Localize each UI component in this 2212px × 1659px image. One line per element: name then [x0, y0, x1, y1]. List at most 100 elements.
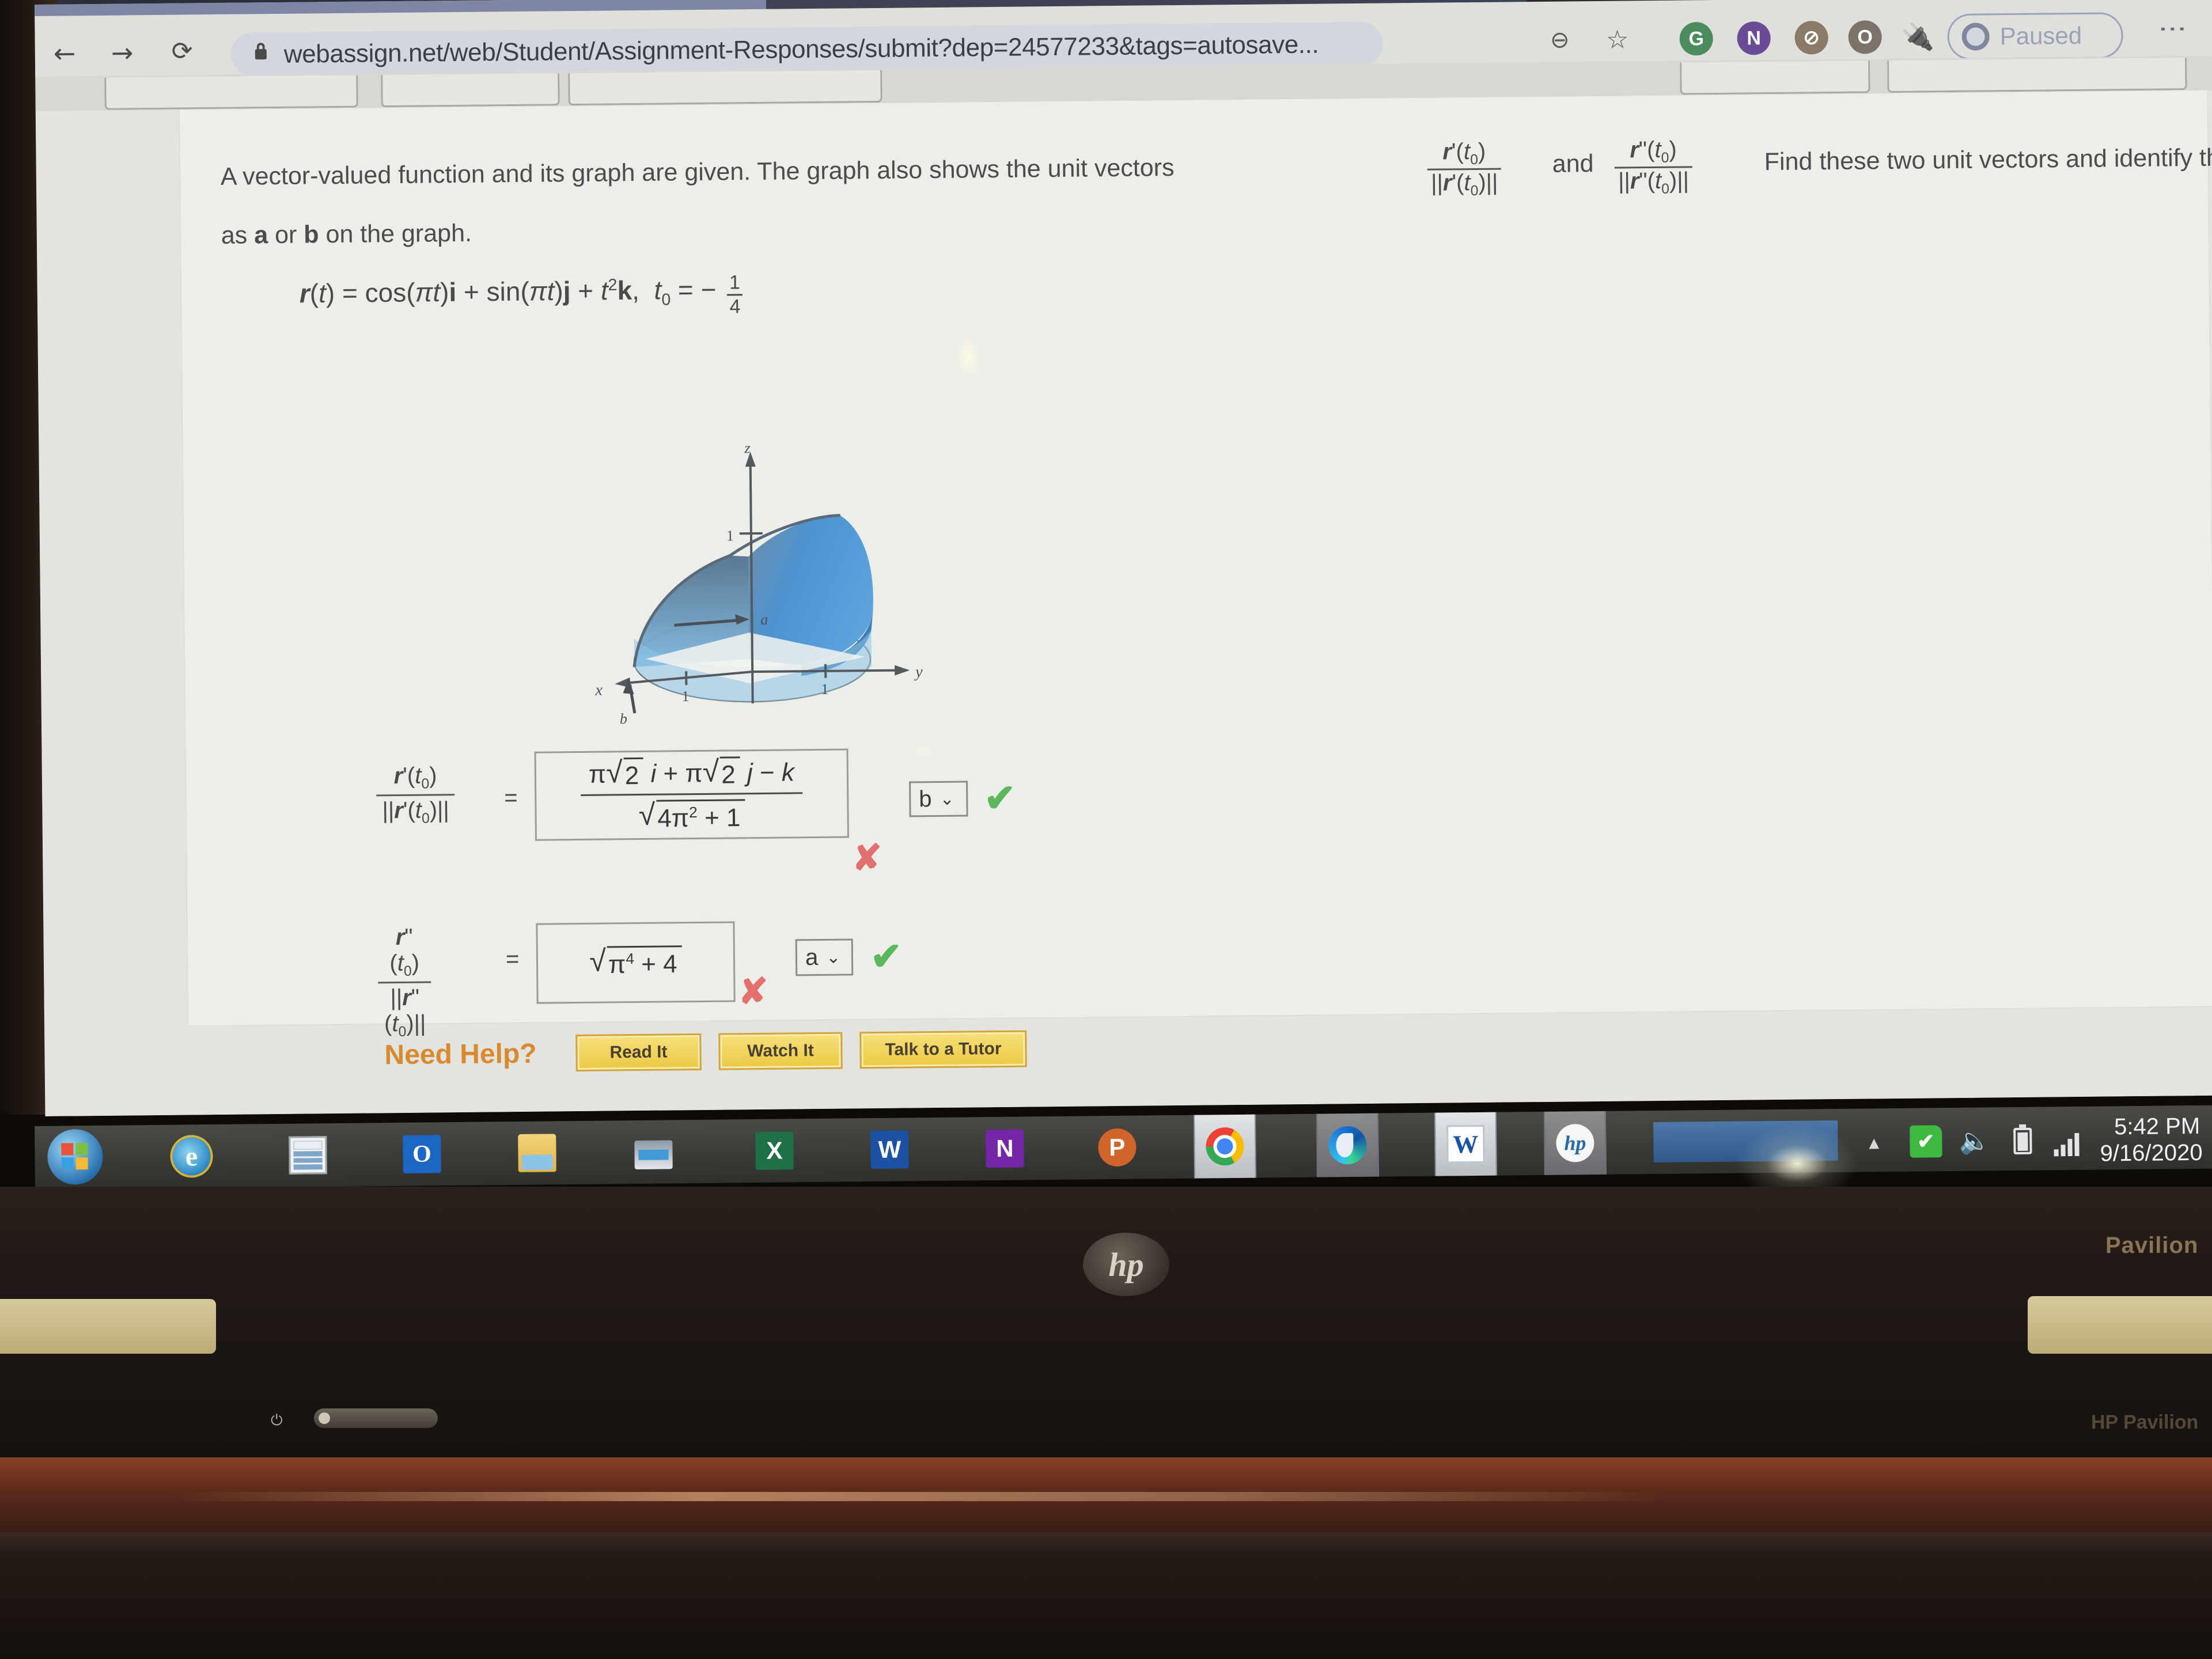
clock-date[interactable]: 9/16/2020	[2100, 1140, 2202, 1167]
t0-numerator: 1	[729, 271, 741, 294]
talk-to-a-tutor-button[interactable]: Talk to a Tutor	[859, 1030, 1027, 1069]
answer-radicand-2: π4 + 4	[607, 945, 682, 980]
svg-text:b: b	[620, 710, 627, 725]
opera-extension-icon[interactable]: O	[1848, 20, 1882, 54]
answer-numerator-1: π √ 2 i + π √ 2 j − k	[588, 755, 795, 790]
browser-menu-icon[interactable]: ⋮	[2157, 15, 2188, 43]
laptop-photo: ← → ⟳ webassign.net/web/Student/Assignme…	[0, 0, 2212, 1659]
zoom-out-icon[interactable]: ⊖	[1544, 24, 1575, 56]
taskbar-item-file-explorer[interactable]	[506, 1121, 569, 1185]
svg-text:a: a	[760, 611, 768, 628]
taskbar-item-edge[interactable]	[1316, 1113, 1379, 1177]
laptop-screen: ← → ⟳ webassign.net/web/Student/Assignme…	[35, 0, 2212, 1116]
taskbar-item-chrome[interactable]	[1193, 1114, 1256, 1179]
url-text: webassign.net/web/Student/Assignment-Res…	[283, 30, 1319, 69]
page-tab-4[interactable]	[1680, 60, 1870, 95]
taskbar-item-powerpoint[interactable]: P	[1086, 1115, 1149, 1179]
back-icon[interactable]: ←	[54, 37, 76, 69]
hp-logo-icon: hp	[1556, 1124, 1594, 1162]
adblock-extension-icon[interactable]: ⊘	[1794, 21, 1828, 55]
scanner-icon	[634, 1139, 673, 1169]
start-button[interactable]	[47, 1128, 103, 1185]
hinge-highlight	[173, 1492, 1671, 1501]
battery-icon[interactable]	[2008, 1124, 2040, 1157]
word-document-icon: W	[1446, 1124, 1485, 1164]
answer-expression-2: √ π4 + 4	[589, 945, 682, 980]
page-tab-5[interactable]	[1887, 58, 2187, 93]
vector-identity-select-1[interactable]: b ⌄	[909, 781, 968, 817]
hp-pavilion-small-label: HP Pavilion	[2091, 1411, 2199, 1433]
taskbar-item-calculator[interactable]	[276, 1123, 339, 1187]
svg-text:z: z	[744, 440, 750, 456]
vector-identity-select-2[interactable]: a ⌄	[795, 938, 854, 976]
t0-denominator: 4	[727, 294, 743, 319]
question-prompt-and: and	[1552, 150, 1594, 178]
calculator-icon	[289, 1136, 327, 1175]
edge-icon	[1328, 1126, 1367, 1165]
page-tab-3[interactable]	[568, 70, 882, 106]
page-tab-2[interactable]	[381, 73, 560, 108]
right-palm-rest-sticker	[2028, 1296, 2212, 1354]
chevron-down-icon-1: ⌄	[940, 789, 955, 809]
page-tab-1[interactable]	[104, 75, 358, 110]
hp-brand-logo: hp	[1083, 1233, 1169, 1296]
incorrect-x-icon-2: ✘	[738, 971, 768, 1012]
taskbar-item-outlook[interactable]: O	[391, 1122, 453, 1186]
network-signal-icon[interactable]	[2054, 1124, 2086, 1157]
reload-icon[interactable]: ⟳	[172, 36, 193, 66]
answer-label-second-derivative: r"(t0) ||r"(t0)||	[377, 924, 432, 1041]
windows-logo-icon	[61, 1143, 89, 1171]
sync-paused-label: Paused	[1999, 21, 2082, 50]
read-it-button[interactable]: Read It	[575, 1033, 702, 1072]
equals-sign-1: =	[504, 785, 518, 811]
action-center-icon[interactable]: ✔	[1910, 1125, 1942, 1158]
bookmark-star-icon[interactable]: ☆	[1601, 24, 1633, 55]
svg-text:x: x	[594, 681, 603, 699]
taskbar-item-word-document[interactable]: W	[1434, 1112, 1497, 1176]
need-help-label: Need Help?	[384, 1038, 537, 1071]
clock-time[interactable]: 5:42 PM	[2114, 1113, 2200, 1140]
vector-function-graph: z 1 y 1 x 1 a b	[574, 440, 934, 727]
svg-text:y: y	[914, 663, 923, 681]
excel-icon: X	[755, 1131, 794, 1170]
svg-text:1: 1	[726, 527, 734, 544]
laptop-keyboard: f1? f2✵ f3✸ f4❐ f5⊕ f6◀◀ f7▶❚❚ f8▶▶❚ f9🔈…	[0, 1532, 2212, 1659]
onenote-clipper-extension-icon[interactable]: N	[1737, 21, 1771, 55]
svg-text:1: 1	[681, 688, 689, 704]
extensions-puzzle-icon[interactable]: 🔌	[1901, 21, 1934, 53]
question-prompt-part2: Find these two unit vectors and identify…	[1764, 143, 2212, 176]
svg-text:1: 1	[821, 681, 828, 698]
internet-explorer-icon: e	[172, 1137, 211, 1176]
lock-icon	[255, 43, 267, 66]
taskbar-item-onenote[interactable]: N	[974, 1116, 1036, 1180]
taskbar-item-hp-support[interactable]: hp	[1543, 1111, 1607, 1175]
question-prompt-line2: as a or b on the graph.	[221, 219, 472, 249]
left-palm-rest-sticker	[0, 1299, 216, 1354]
watch-it-button[interactable]: Watch It	[718, 1032, 843, 1070]
correct-check-icon-2: ✔	[870, 934, 903, 978]
show-hidden-icons-icon[interactable]: ▲	[1865, 1134, 1883, 1153]
windows-taskbar: e O X W N P W hp ▲ ✔ 🔈 5:42 PM 9/16/2020	[35, 1105, 2212, 1190]
volume-icon[interactable]: 🔈	[1959, 1124, 1991, 1157]
power-icon[interactable]: ⏻	[271, 1411, 286, 1429]
taskbar-item-word[interactable]: W	[858, 1118, 921, 1181]
question-panel: A vector-valued function and its graph a…	[179, 90, 2212, 1072]
taskbar-item-excel[interactable]: X	[743, 1119, 806, 1183]
onenote-icon: N	[986, 1129, 1024, 1168]
grammarly-extension-icon[interactable]: G	[1679, 22, 1713, 56]
outlook-icon: O	[403, 1135, 441, 1173]
answer-input-second-derivative[interactable]: √ π4 + 4	[536, 921, 736, 1004]
taskbar-item-scanner[interactable]	[622, 1120, 685, 1184]
prompt-fraction-first-derivative: r'(t0) ||r'(t0)||	[1427, 139, 1502, 200]
power-button[interactable]	[314, 1408, 438, 1428]
question-prompt-part1: A vector-valued function and its graph a…	[220, 154, 1175, 191]
select-1-value: b	[919, 786, 932, 812]
answer-input-first-derivative[interactable]: π √ 2 i + π √ 2 j − k √ 4π2 + 1	[534, 748, 849, 841]
vector-function-definition: r(t) = cos(πt)i + sin(πt)j + t2k, t0 = −…	[300, 271, 743, 322]
taskbar-item-progress-window[interactable]	[1653, 1120, 1838, 1163]
folder-icon	[518, 1134, 556, 1172]
profile-button[interactable]: Paused	[1947, 12, 2124, 60]
forward-icon[interactable]: →	[111, 37, 134, 68]
answer-denominator-1: √ 4π2 + 1	[581, 791, 803, 834]
taskbar-item-internet-explorer[interactable]: e	[160, 1124, 223, 1188]
